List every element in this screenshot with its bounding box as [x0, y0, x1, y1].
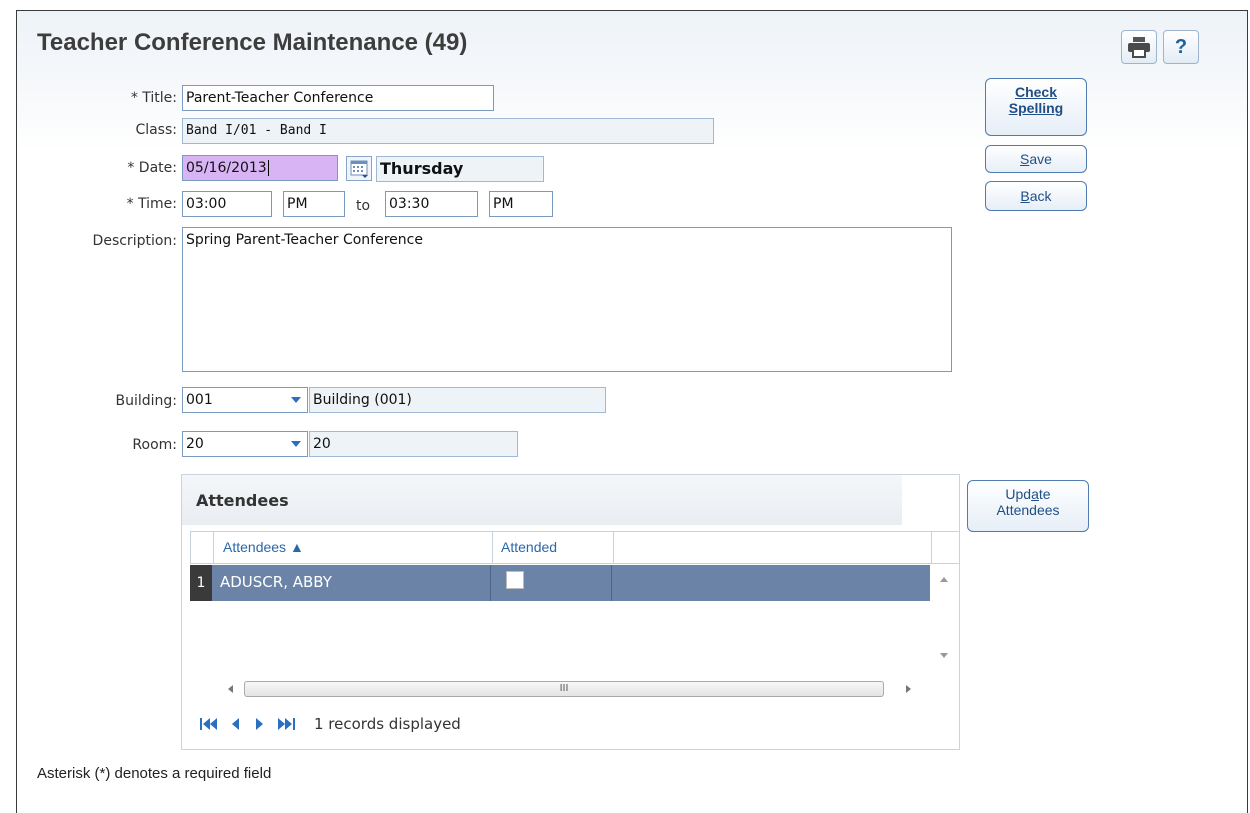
help-button[interactable]: ?: [1163, 30, 1199, 64]
column-header-attendees[interactable]: Attendees ▲: [223, 539, 304, 555]
check-spelling-button[interactable]: Check Spelling: [985, 78, 1087, 136]
attendee-name: ADUSCR, ABBY: [220, 573, 332, 591]
building-label: Building:: [115, 393, 177, 409]
back-button[interactable]: Back: [985, 181, 1087, 211]
end-time-input[interactable]: 03:30: [385, 191, 478, 217]
class-label: Class:: [135, 122, 177, 138]
scroll-right-arrow-icon[interactable]: [906, 685, 911, 693]
end-ampm-input[interactable]: PM: [489, 191, 553, 217]
attendees-panel-title: Attendees: [196, 491, 289, 510]
row-number: 1: [190, 565, 212, 601]
title-input[interactable]: Parent-Teacher Conference: [182, 85, 494, 111]
scroll-up-arrow-icon[interactable]: [940, 577, 948, 582]
print-button[interactable]: [1121, 30, 1157, 64]
description-label: Description:: [92, 233, 177, 249]
grid-column-header-row: Attendees ▲ Attended: [190, 531, 960, 564]
previous-page-icon[interactable]: [231, 718, 241, 730]
column-divider: [492, 532, 493, 563]
text-cursor: [267, 160, 269, 176]
room-label: Room:: [132, 437, 177, 453]
column-divider: [213, 532, 214, 563]
horizontal-scrollbar[interactable]: III: [224, 681, 924, 697]
update-attendees-button[interactable]: Update Attendees: [967, 480, 1089, 532]
save-button[interactable]: Save: [985, 145, 1087, 173]
to-label: to: [356, 198, 371, 214]
page-title: Teacher Conference Maintenance (49): [37, 29, 468, 56]
building-code: 001: [186, 392, 213, 408]
building-select[interactable]: 001: [182, 387, 308, 413]
column-divider: [490, 565, 491, 601]
update-line1: Update: [1005, 486, 1051, 502]
room-name-field: 20: [309, 431, 518, 457]
scroll-left-arrow-icon[interactable]: [228, 685, 233, 693]
save-accesskey: S: [1020, 151, 1030, 167]
description-textarea[interactable]: Spring Parent-Teacher Conference: [182, 227, 952, 372]
help-icon: ?: [1174, 35, 1188, 58]
table-row[interactable]: 1 ADUSCR, ABBY: [190, 565, 930, 601]
chevron-down-icon[interactable]: [291, 397, 301, 403]
day-of-week-field: Thursday: [376, 156, 544, 182]
pager: 1 records displayed: [200, 709, 461, 739]
column-divider: [931, 532, 932, 563]
required-field-note: Asterisk (*) denotes a required field: [37, 765, 272, 782]
attendees-panel-header: Attendees: [182, 475, 902, 525]
time-label: * Time:: [126, 196, 177, 212]
room-select[interactable]: 20: [182, 431, 308, 457]
date-input[interactable]: 05/16/2013: [182, 155, 338, 181]
check-spelling-line1: Check: [1014, 84, 1058, 100]
scroll-down-arrow-icon[interactable]: [940, 653, 948, 658]
column-header-attended[interactable]: Attended: [501, 539, 557, 555]
start-ampm-input[interactable]: PM: [283, 191, 345, 217]
last-page-icon[interactable]: [277, 718, 295, 730]
printer-icon: [1128, 37, 1150, 58]
title-label: * Title:: [130, 90, 177, 106]
attendees-panel: Attendees Attendees ▲ Attended 1 ADUSCR,…: [181, 474, 960, 750]
start-time-input[interactable]: 03:00: [182, 191, 272, 217]
update-line2: Attendees: [996, 502, 1060, 518]
column-divider: [613, 532, 614, 563]
calendar-icon[interactable]: [346, 156, 372, 181]
first-page-icon[interactable]: [200, 718, 218, 730]
records-count: 1 records displayed: [314, 715, 461, 733]
date-value: 05/16/2013: [186, 160, 267, 176]
check-spelling-line2: Spelling: [1008, 100, 1064, 116]
attended-checkbox[interactable]: [506, 571, 524, 589]
class-field: Band I/01 - Band I: [182, 118, 714, 144]
vertical-scrollbar[interactable]: [930, 565, 958, 673]
room-code: 20: [186, 436, 204, 452]
horizontal-scroll-thumb[interactable]: III: [244, 681, 884, 697]
column-divider: [611, 565, 612, 601]
back-label: ack: [1029, 188, 1052, 204]
building-name-field: Building (001): [309, 387, 606, 413]
next-page-icon[interactable]: [254, 718, 264, 730]
date-label: * Date:: [127, 160, 177, 176]
back-accesskey: B: [1020, 188, 1030, 204]
save-label: ave: [1029, 151, 1052, 167]
chevron-down-icon[interactable]: [291, 441, 301, 447]
